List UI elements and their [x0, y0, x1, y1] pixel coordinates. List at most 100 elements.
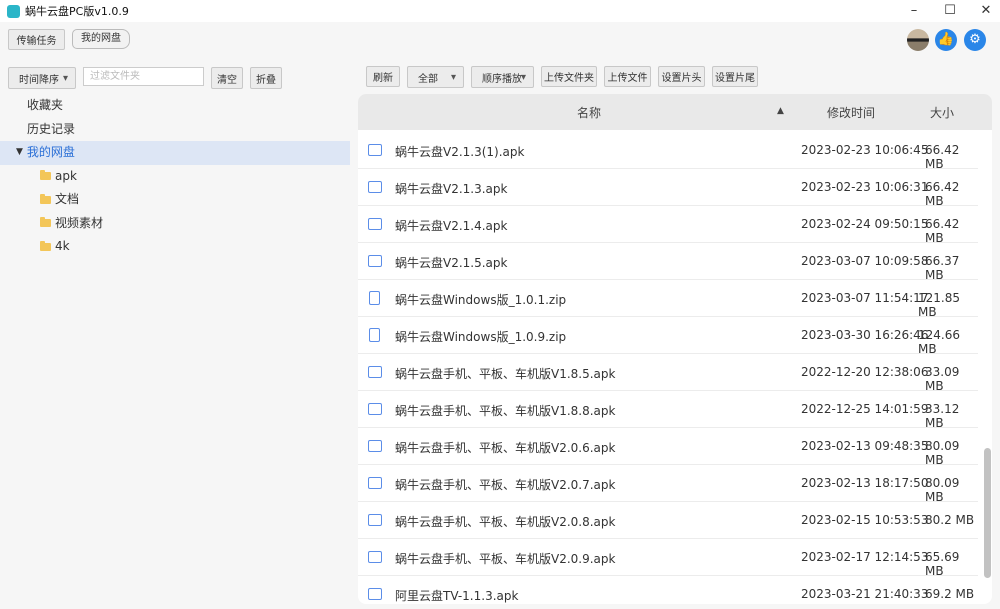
- file-size: 33.09 MB: [925, 365, 978, 393]
- header-name[interactable]: 名称: [577, 104, 601, 121]
- set-outro-button[interactable]: 设置片尾: [712, 66, 758, 87]
- file-modified: 2022-12-25 14:01:59: [801, 402, 928, 416]
- avatar[interactable]: [907, 29, 929, 51]
- file-modified: 2023-02-23 10:06:31: [801, 180, 928, 194]
- title-bar: 蜗牛云盘PC版v1.0.9 – ☐ ✕: [0, 0, 1000, 22]
- folder-filter-input[interactable]: 过滤文件夹: [83, 67, 204, 86]
- tree-folder-4k[interactable]: 4k: [0, 235, 350, 259]
- table-header: 名称 ▲ 修改时间 大小: [358, 94, 992, 130]
- clear-button[interactable]: 清空: [211, 67, 243, 89]
- tree-label: 文档: [55, 188, 79, 212]
- table-row[interactable]: 蜗牛云盘手机、平板、车机版V2.0.6.apk 2023-02-13 09:48…: [358, 428, 978, 465]
- file-modified: 2023-02-13 09:48:35: [801, 439, 928, 453]
- header-modified[interactable]: 修改时间: [827, 104, 875, 121]
- file-size: 66.37 MB: [925, 254, 978, 282]
- file-list: 蜗牛云盘V2.1.3(1).apk 2023-02-23 10:06:45 66…: [358, 132, 978, 604]
- like-icon[interactable]: 👍: [935, 29, 957, 51]
- sort-asc-icon: ▲: [777, 106, 784, 116]
- file-size: 66.42 MB: [925, 180, 978, 208]
- tree-item-my-disk[interactable]: ▼我的网盘: [0, 141, 350, 165]
- file-size: 69.2 MB: [925, 587, 974, 601]
- file-size: 124.66 MB: [918, 328, 978, 356]
- table-row[interactable]: 蜗牛云盘手机、平板、车机版V1.8.5.apk 2022-12-20 12:38…: [358, 354, 978, 391]
- scrollbar[interactable]: [984, 448, 991, 578]
- close-button[interactable]: ✕: [969, 0, 1000, 22]
- tree-item-history[interactable]: 历史记录: [0, 118, 350, 142]
- folder-icon: [40, 243, 51, 251]
- file-modified: 2023-02-13 18:17:50: [801, 476, 928, 490]
- table-row[interactable]: 蜗牛云盘V2.1.5.apk 2023-03-07 10:09:58 66.37…: [358, 243, 978, 280]
- header-size[interactable]: 大小: [930, 104, 954, 121]
- file-name: 蜗牛云盘手机、平板、车机版V2.0.6.apk: [395, 439, 615, 456]
- collapse-button[interactable]: 折叠: [250, 67, 282, 89]
- folder-tree: 收藏夹 历史记录 ▼我的网盘 apk 文档 视频素材 4k: [0, 94, 350, 259]
- apk-file-icon: [368, 144, 382, 156]
- table-row[interactable]: 蜗牛云盘手机、平板、车机版V1.8.8.apk 2022-12-25 14:01…: [358, 391, 978, 428]
- tree-folder-video[interactable]: 视频素材: [0, 212, 350, 236]
- apk-file-icon: [368, 477, 382, 489]
- file-size: 65.69 MB: [925, 550, 978, 578]
- apk-file-icon: [368, 551, 382, 563]
- file-modified: 2023-02-17 12:14:53: [801, 550, 928, 564]
- file-name: 蜗牛云盘手机、平板、车机版V1.8.5.apk: [395, 365, 615, 382]
- table-row[interactable]: 蜗牛云盘手机、平板、车机版V2.0.8.apk 2023-02-15 10:53…: [358, 502, 978, 539]
- table-row[interactable]: 蜗牛云盘V2.1.3.apk 2023-02-23 10:06:31 66.42…: [358, 169, 978, 206]
- tree-label: 我的网盘: [27, 141, 75, 165]
- transfer-tasks-button[interactable]: 传输任务: [8, 29, 65, 50]
- breadcrumb-my-disk[interactable]: 我的网盘: [72, 29, 130, 49]
- zip-file-icon: [369, 328, 380, 342]
- file-name: 蜗牛云盘手机、平板、车机版V2.0.8.apk: [395, 513, 615, 530]
- file-name: 阿里云盘TV-1.1.3.apk: [395, 587, 518, 604]
- folder-icon: [40, 196, 51, 204]
- file-name: 蜗牛云盘V2.1.5.apk: [395, 254, 507, 271]
- tree-folder-docs[interactable]: 文档: [0, 188, 350, 212]
- file-size: 80.2 MB: [925, 513, 974, 527]
- file-modified: 2023-02-24 09:50:15: [801, 217, 928, 231]
- table-row[interactable]: 蜗牛云盘手机、平板、车机版V2.0.9.apk 2023-02-17 12:14…: [358, 539, 978, 576]
- file-modified: 2022-12-20 12:38:06: [801, 365, 928, 379]
- apk-file-icon: [368, 588, 382, 600]
- tree-folder-apk[interactable]: apk: [0, 165, 350, 189]
- apk-file-icon: [368, 514, 382, 526]
- window-title: 蜗牛云盘PC版v1.0.9: [25, 3, 129, 19]
- file-size: 66.42 MB: [925, 143, 978, 171]
- table-row[interactable]: 蜗牛云盘V2.1.3(1).apk 2023-02-23 10:06:45 66…: [358, 132, 978, 169]
- tree-item-favorites[interactable]: 收藏夹: [0, 94, 350, 118]
- file-modified: 2023-03-07 10:09:58: [801, 254, 928, 268]
- table-row[interactable]: 蜗牛云盘V2.1.4.apk 2023-02-24 09:50:15 66.42…: [358, 206, 978, 243]
- file-size: 80.09 MB: [925, 439, 978, 467]
- tree-label: 4k: [55, 235, 70, 259]
- file-name: 蜗牛云盘V2.1.3(1).apk: [395, 143, 524, 160]
- file-size: 66.42 MB: [925, 217, 978, 245]
- file-modified: 2023-02-23 10:06:45: [801, 143, 928, 157]
- file-size: 121.85 MB: [918, 291, 978, 319]
- apk-file-icon: [368, 181, 382, 193]
- settings-icon[interactable]: ⚙: [964, 29, 986, 51]
- minimize-button[interactable]: –: [897, 0, 931, 22]
- upload-file-button[interactable]: 上传文件: [604, 66, 651, 87]
- app-logo-icon: [7, 5, 20, 18]
- table-row[interactable]: 蜗牛云盘手机、平板、车机版V2.0.7.apk 2023-02-13 18:17…: [358, 465, 978, 502]
- refresh-button[interactable]: 刷新: [366, 66, 400, 87]
- table-row[interactable]: 阿里云盘TV-1.1.3.apk 2023-03-21 21:40:33 69.…: [358, 576, 978, 604]
- set-intro-button[interactable]: 设置片头: [658, 66, 705, 87]
- file-size: 33.12 MB: [925, 402, 978, 430]
- file-name: 蜗牛云盘Windows版_1.0.9.zip: [395, 328, 566, 345]
- type-filter-dropdown[interactable]: 全部: [407, 66, 464, 88]
- table-row[interactable]: 蜗牛云盘Windows版_1.0.9.zip 2023-03-30 16:26:…: [358, 317, 978, 354]
- file-modified: 2023-03-21 21:40:33: [801, 587, 928, 601]
- file-table: 名称 ▲ 修改时间 大小 蜗牛云盘V2.1.3(1).apk 2023-02-2…: [358, 94, 992, 604]
- tree-label: apk: [55, 165, 77, 189]
- play-order-dropdown[interactable]: 顺序播放: [471, 66, 534, 88]
- sort-dropdown[interactable]: 时间降序: [8, 67, 76, 89]
- file-name: 蜗牛云盘V2.1.4.apk: [395, 217, 507, 234]
- tree-label: 视频素材: [55, 212, 103, 236]
- apk-file-icon: [368, 218, 382, 230]
- file-name: 蜗牛云盘Windows版_1.0.1.zip: [395, 291, 566, 308]
- upload-folder-button[interactable]: 上传文件夹: [541, 66, 597, 87]
- table-row[interactable]: 蜗牛云盘Windows版_1.0.1.zip 2023-03-07 11:54:…: [358, 280, 978, 317]
- apk-file-icon: [368, 255, 382, 267]
- maximize-button[interactable]: ☐: [933, 0, 967, 22]
- folder-icon: [40, 219, 51, 227]
- file-size: 80.09 MB: [925, 476, 978, 504]
